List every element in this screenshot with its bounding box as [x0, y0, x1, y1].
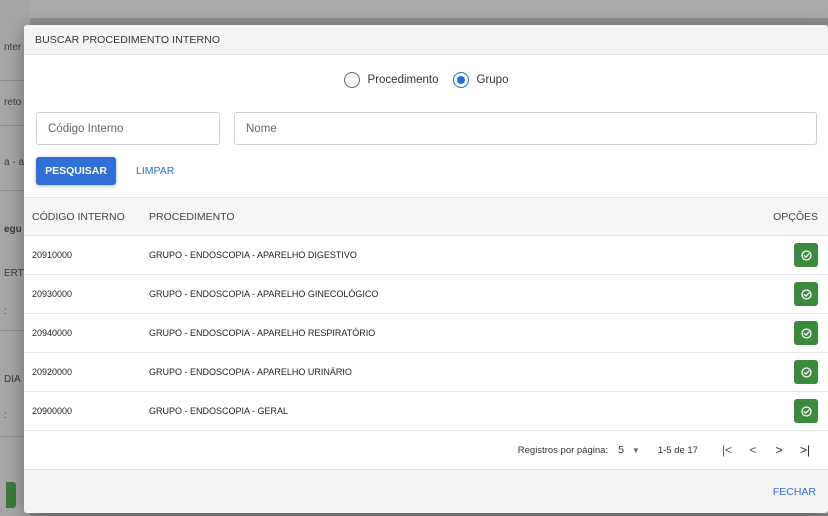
per-page-value: 5: [618, 444, 624, 456]
type-radio-group: Procedimento Grupo: [24, 72, 828, 88]
table-row: 20930000 GRUPO - ENDOSCOPIA - APARELHO GI…: [24, 275, 828, 314]
search-dialog: BUSCAR PROCEDIMENTO INTERNO Procedimento…: [24, 25, 828, 513]
select-check-icon: [800, 366, 812, 378]
select-check-icon: [800, 327, 812, 339]
select-check-icon: [800, 288, 812, 300]
codigo-interno-input[interactable]: [36, 112, 220, 145]
radio-checked-icon: [452, 72, 469, 88]
cell-codigo: 20930000: [32, 289, 73, 299]
select-button[interactable]: [794, 399, 818, 423]
dialog-footer: FECHAR: [24, 469, 828, 513]
cell-opcoes: [772, 360, 828, 384]
bg-fragment: reto: [4, 97, 22, 108]
limpar-button[interactable]: LIMPAR: [128, 157, 182, 185]
per-page-select[interactable]: 5 ▼: [618, 444, 640, 456]
header-opcoes: OPÇÕES: [773, 210, 818, 223]
last-page-icon[interactable]: >|: [792, 443, 818, 457]
bg-fragment: egu: [4, 224, 22, 235]
fechar-button[interactable]: FECHAR: [773, 486, 816, 498]
prev-page-icon[interactable]: <: [740, 443, 766, 457]
cell-procedimento: GRUPO - ENDOSCOPIA - APARELHO DIGESTIVO: [149, 250, 357, 260]
bg-fragment: :: [4, 410, 7, 421]
table-row: 20940000 GRUPO - ENDOSCOPIA - APARELHO RE…: [24, 314, 828, 353]
select-button[interactable]: [794, 321, 818, 345]
bg-fragment: ERT: [4, 268, 24, 279]
page-range: 1-5 de 17: [657, 444, 698, 456]
cell-procedimento: GRUPO - ENDOSCOPIA - APARELHO GINECOLÓGI…: [149, 289, 379, 299]
cell-opcoes: [772, 243, 828, 267]
results-table: CÓDIGO INTERNO PROCEDIMENTO OPÇÕES 20910…: [24, 197, 828, 431]
select-button[interactable]: [794, 360, 818, 384]
radio-label: Grupo: [476, 74, 509, 86]
per-page-label: Registros por página:: [517, 444, 609, 456]
select-button[interactable]: [794, 243, 818, 267]
dropdown-caret-icon: ▼: [631, 445, 640, 455]
bg-fragment: :: [4, 306, 7, 317]
cell-procedimento: GRUPO - ENDOSCOPIA - APARELHO URINÁRIO: [149, 367, 352, 377]
select-check-icon: [800, 405, 812, 417]
select-check-icon: [800, 249, 812, 261]
cell-procedimento: GRUPO - ENDOSCOPIA - GERAL: [149, 406, 289, 416]
bg-green-button: [6, 482, 16, 508]
cell-codigo: 20900000: [32, 406, 73, 416]
cell-opcoes: [772, 321, 828, 345]
cell-codigo: 20910000: [32, 250, 73, 260]
pesquisar-button[interactable]: PESQUISAR: [36, 157, 116, 185]
table-row: 20920000 GRUPO - ENDOSCOPIA - APARELHO UR…: [24, 353, 828, 392]
background-top-strip: [0, 0, 828, 18]
table-header: CÓDIGO INTERNO PROCEDIMENTO OPÇÕES: [24, 197, 828, 236]
bg-fragment: DIA: [4, 374, 21, 385]
bg-fragment: a - a: [4, 157, 25, 168]
radio-procedimento[interactable]: Procedimento: [343, 72, 439, 88]
next-page-icon[interactable]: >: [766, 443, 792, 457]
radio-label: Procedimento: [367, 74, 439, 86]
header-codigo: CÓDIGO INTERNO: [32, 210, 125, 223]
select-button[interactable]: [794, 282, 818, 306]
cell-opcoes: [772, 399, 828, 423]
cell-codigo: 20940000: [32, 328, 73, 338]
radio-unchecked-icon: [343, 72, 360, 88]
first-page-icon[interactable]: |<: [714, 443, 740, 457]
cell-opcoes: [772, 282, 828, 306]
bg-fragment: nter: [4, 42, 22, 53]
cell-procedimento: GRUPO - ENDOSCOPIA - APARELHO RESPIRATÓR…: [149, 328, 376, 338]
dialog-header: BUSCAR PROCEDIMENTO INTERNO: [24, 25, 828, 55]
table-row: 20910000 GRUPO - ENDOSCOPIA - APARELHO DI…: [24, 236, 828, 275]
cell-codigo: 20920000: [32, 367, 73, 377]
table-row: 20900000 GRUPO - ENDOSCOPIA - GERAL: [24, 392, 828, 431]
pagination: Registros por página: 5 ▼ 1-5 de 17 |< <…: [24, 431, 828, 469]
nome-input[interactable]: [234, 112, 817, 145]
radio-grupo[interactable]: Grupo: [452, 72, 509, 88]
dialog-title: BUSCAR PROCEDIMENTO INTERNO: [35, 33, 221, 46]
header-procedimento: PROCEDIMENTO: [149, 210, 235, 223]
